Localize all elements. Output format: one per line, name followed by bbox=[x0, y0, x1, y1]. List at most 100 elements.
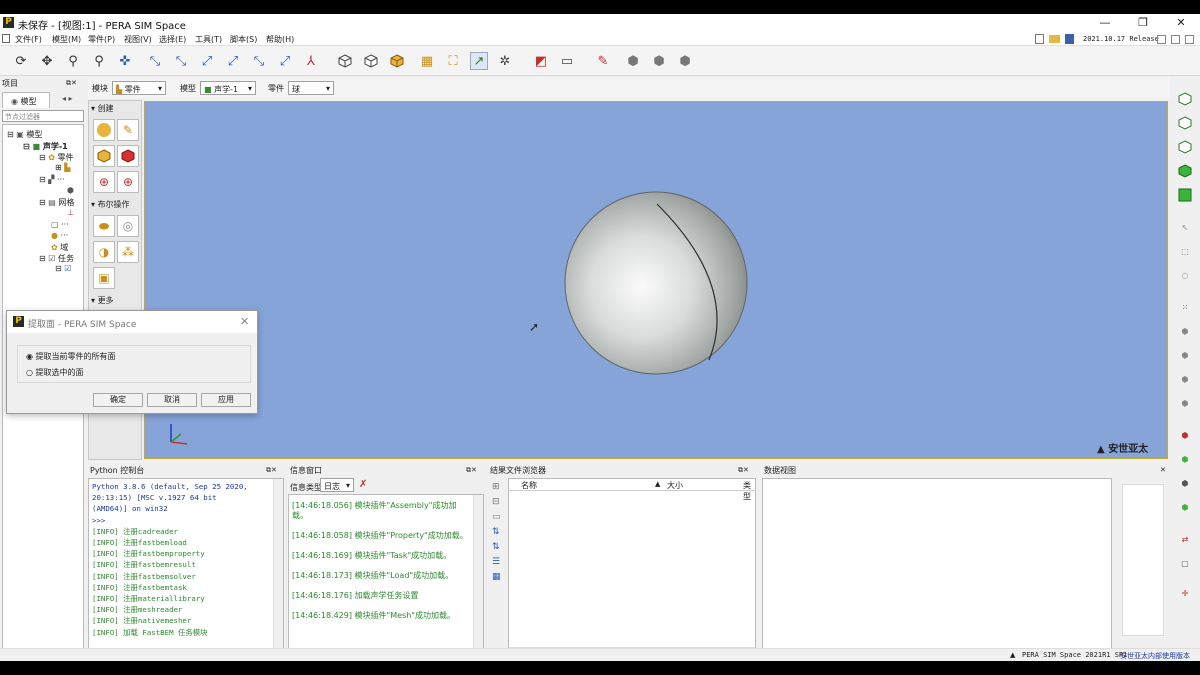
system-menu-icon[interactable] bbox=[2, 34, 10, 43]
mesh-grid-icon[interactable]: ▦ bbox=[418, 52, 436, 70]
tree-task-item[interactable]: ⊟ ☑ bbox=[55, 264, 71, 273]
boolean-union-icon[interactable]: ⬬ bbox=[93, 215, 115, 237]
radio-checked-icon[interactable]: ◉ bbox=[26, 352, 33, 361]
ruler-icon[interactable]: ▭ bbox=[558, 52, 576, 70]
isolate-icon[interactable]: ⬢ bbox=[1176, 498, 1194, 516]
view-top-cube-icon[interactable] bbox=[1176, 114, 1194, 132]
select-cells-icon[interactable] bbox=[1176, 186, 1194, 204]
tree-parts[interactable]: ⊟ ✿ 零件 bbox=[39, 152, 74, 163]
menu-help[interactable]: 帮助(H) bbox=[266, 34, 294, 45]
boolean-subtract-icon[interactable]: ◑ bbox=[93, 241, 115, 263]
select-edge-icon[interactable]: ⬢ bbox=[1176, 346, 1194, 364]
create-sketch-icon[interactable]: ✎ bbox=[117, 119, 139, 141]
model-select[interactable]: ■ 声学-1 ▾ bbox=[200, 81, 256, 95]
lasso-select-icon[interactable]: ◌ bbox=[1176, 266, 1194, 284]
col-size-header[interactable]: 大小 bbox=[667, 480, 683, 491]
palette-more-header[interactable]: ▾ 更多 bbox=[91, 295, 139, 307]
tree-part-sphere[interactable]: ⊞ ▙ bbox=[55, 163, 70, 172]
3d-viewport[interactable]: ➚ ▲ 安世亚太 bbox=[144, 101, 1168, 459]
zoom-box-icon[interactable]: ⚲ bbox=[90, 52, 108, 70]
boolean-split-icon[interactable]: ▣ bbox=[93, 267, 115, 289]
view-front-cube-icon[interactable] bbox=[1176, 138, 1194, 156]
close-button[interactable]: ✕ bbox=[1166, 15, 1196, 31]
explode-icon[interactable]: ⬢ bbox=[676, 52, 694, 70]
module-select[interactable]: ▙ 零件 ▾ bbox=[112, 81, 166, 95]
hide-icon[interactable]: ⬢ bbox=[1176, 474, 1194, 492]
tree-property[interactable]: ▢ ··· bbox=[51, 220, 69, 229]
ok-button[interactable]: 确定 bbox=[93, 393, 143, 407]
view-iso-cube-icon[interactable] bbox=[1176, 90, 1194, 108]
tree-load[interactable]: ● ··· bbox=[51, 231, 68, 240]
select-face-icon[interactable]: ⬢ bbox=[1176, 370, 1194, 388]
sphere-model[interactable] bbox=[563, 190, 749, 376]
shaded-icon[interactable] bbox=[388, 52, 406, 70]
select-body-icon[interactable]: ⬢ bbox=[1176, 394, 1194, 412]
node-filter-input[interactable]: 节点过滤器 bbox=[2, 110, 84, 122]
select-vertex-icon[interactable]: ⬢ bbox=[1176, 322, 1194, 340]
console-scrollbar[interactable] bbox=[273, 479, 283, 657]
col-type-header[interactable]: 类型 bbox=[743, 480, 755, 502]
save-icon[interactable] bbox=[1065, 34, 1074, 44]
reset-view-icon[interactable]: ▢ bbox=[1176, 554, 1194, 572]
view-iso-icon[interactable]: ⅄ bbox=[302, 52, 320, 70]
tree-mesh-item[interactable]: ⊥ bbox=[67, 208, 74, 217]
create-box-icon[interactable] bbox=[93, 145, 115, 167]
mdi-minimize-button[interactable] bbox=[1157, 35, 1166, 44]
radio-unchecked-icon[interactable]: ○ bbox=[26, 368, 33, 377]
select-mode-icon[interactable]: ↗ bbox=[470, 52, 488, 70]
part-select[interactable]: 球 ▾ bbox=[288, 81, 334, 95]
col-name-header[interactable]: 名称 bbox=[521, 480, 537, 491]
rotate-icon[interactable]: ⟳ bbox=[12, 52, 30, 70]
swap-visibility-icon[interactable]: ⇄ bbox=[1176, 530, 1194, 548]
section-icon[interactable]: ⬢ bbox=[650, 52, 668, 70]
maximize-button[interactable]: ❐ bbox=[1128, 15, 1158, 31]
clear-log-icon[interactable]: ✗ bbox=[359, 479, 367, 490]
dialog-close-icon[interactable]: ✕ bbox=[240, 315, 249, 328]
tree-domain[interactable]: ✿ 域 bbox=[51, 242, 68, 253]
view-right-cube-icon[interactable] bbox=[1176, 162, 1194, 180]
pointer-select-icon[interactable]: ↖ bbox=[1176, 218, 1194, 236]
palette-boolean-header[interactable]: ▾ 布尔操作 bbox=[91, 199, 139, 211]
tree-task[interactable]: ⊟ ☑ 任务 bbox=[39, 253, 74, 264]
show-all-icon[interactable]: ⬢ bbox=[1176, 450, 1194, 468]
info-type-select[interactable]: 日志 ▾ bbox=[320, 478, 354, 492]
close-icon[interactable]: ✕ bbox=[1160, 466, 1166, 474]
box-select-icon[interactable]: ⬚ bbox=[1176, 242, 1194, 260]
tree-acoustic[interactable]: ⊟ ■ 声学-1 bbox=[23, 141, 68, 152]
cancel-button[interactable]: 取消 bbox=[147, 393, 197, 407]
float-close-icon[interactable]: ⧉✕ bbox=[266, 466, 277, 475]
boolean-intersect-icon[interactable]: ◎ bbox=[117, 215, 139, 237]
extract-edge-icon[interactable]: ⊕ bbox=[117, 171, 139, 193]
info-scrollbar[interactable] bbox=[473, 495, 483, 657]
pick-icon[interactable]: ✲ bbox=[496, 52, 514, 70]
float-close-icon[interactable]: ⧉✕ bbox=[738, 466, 749, 475]
create-sphere-icon[interactable] bbox=[93, 119, 115, 141]
select-points-icon[interactable]: ⁙ bbox=[1176, 298, 1194, 316]
tab-scroll-arrows[interactable]: ◂ ▸ bbox=[62, 94, 73, 103]
show-hidden-icon[interactable]: ⬢ bbox=[1176, 426, 1194, 444]
transparency-icon[interactable]: ⬢ bbox=[624, 52, 642, 70]
origin-axes-icon[interactable]: ✛ bbox=[1176, 584, 1194, 602]
view-front-icon[interactable]: ⤡ bbox=[146, 52, 164, 70]
open-folder-icon[interactable] bbox=[1049, 35, 1060, 43]
mesh-edge-icon[interactable]: ⛶ bbox=[444, 52, 462, 70]
info-log-list[interactable]: [14:46:18.056] 模块插件"Assembly"成功加载。 [14:4… bbox=[288, 494, 484, 658]
sort-asc-icon[interactable]: ⇅ bbox=[492, 525, 506, 540]
menu-tools[interactable]: 工具(T) bbox=[195, 34, 222, 45]
status-link[interactable]: 安世亚太内部使用版本 bbox=[1120, 651, 1190, 661]
data-view-area[interactable] bbox=[762, 478, 1112, 658]
grid-view-icon[interactable]: ▦ bbox=[492, 570, 506, 585]
view-right-icon[interactable]: ⤢ bbox=[276, 52, 294, 70]
view-left-icon[interactable]: ⤡ bbox=[250, 52, 268, 70]
option-all-faces[interactable]: ◉ 提取当前零件的所有面 bbox=[26, 351, 116, 362]
tree-assembly[interactable]: ⊟ ▞ ··· bbox=[39, 175, 65, 184]
remove-result-icon[interactable]: ⊟ bbox=[492, 495, 506, 510]
wireframe-icon[interactable] bbox=[336, 52, 354, 70]
apply-button[interactable]: 应用 bbox=[201, 393, 251, 407]
zoom-icon[interactable]: ⚲ bbox=[64, 52, 82, 70]
sort-desc-icon[interactable]: ⇅ bbox=[492, 540, 506, 555]
contour-icon[interactable]: ◩ bbox=[532, 52, 550, 70]
tree-instance[interactable]: ⬢ bbox=[67, 186, 74, 195]
create-solid-icon[interactable] bbox=[117, 145, 139, 167]
refresh-result-icon[interactable]: ▭ bbox=[492, 510, 506, 525]
